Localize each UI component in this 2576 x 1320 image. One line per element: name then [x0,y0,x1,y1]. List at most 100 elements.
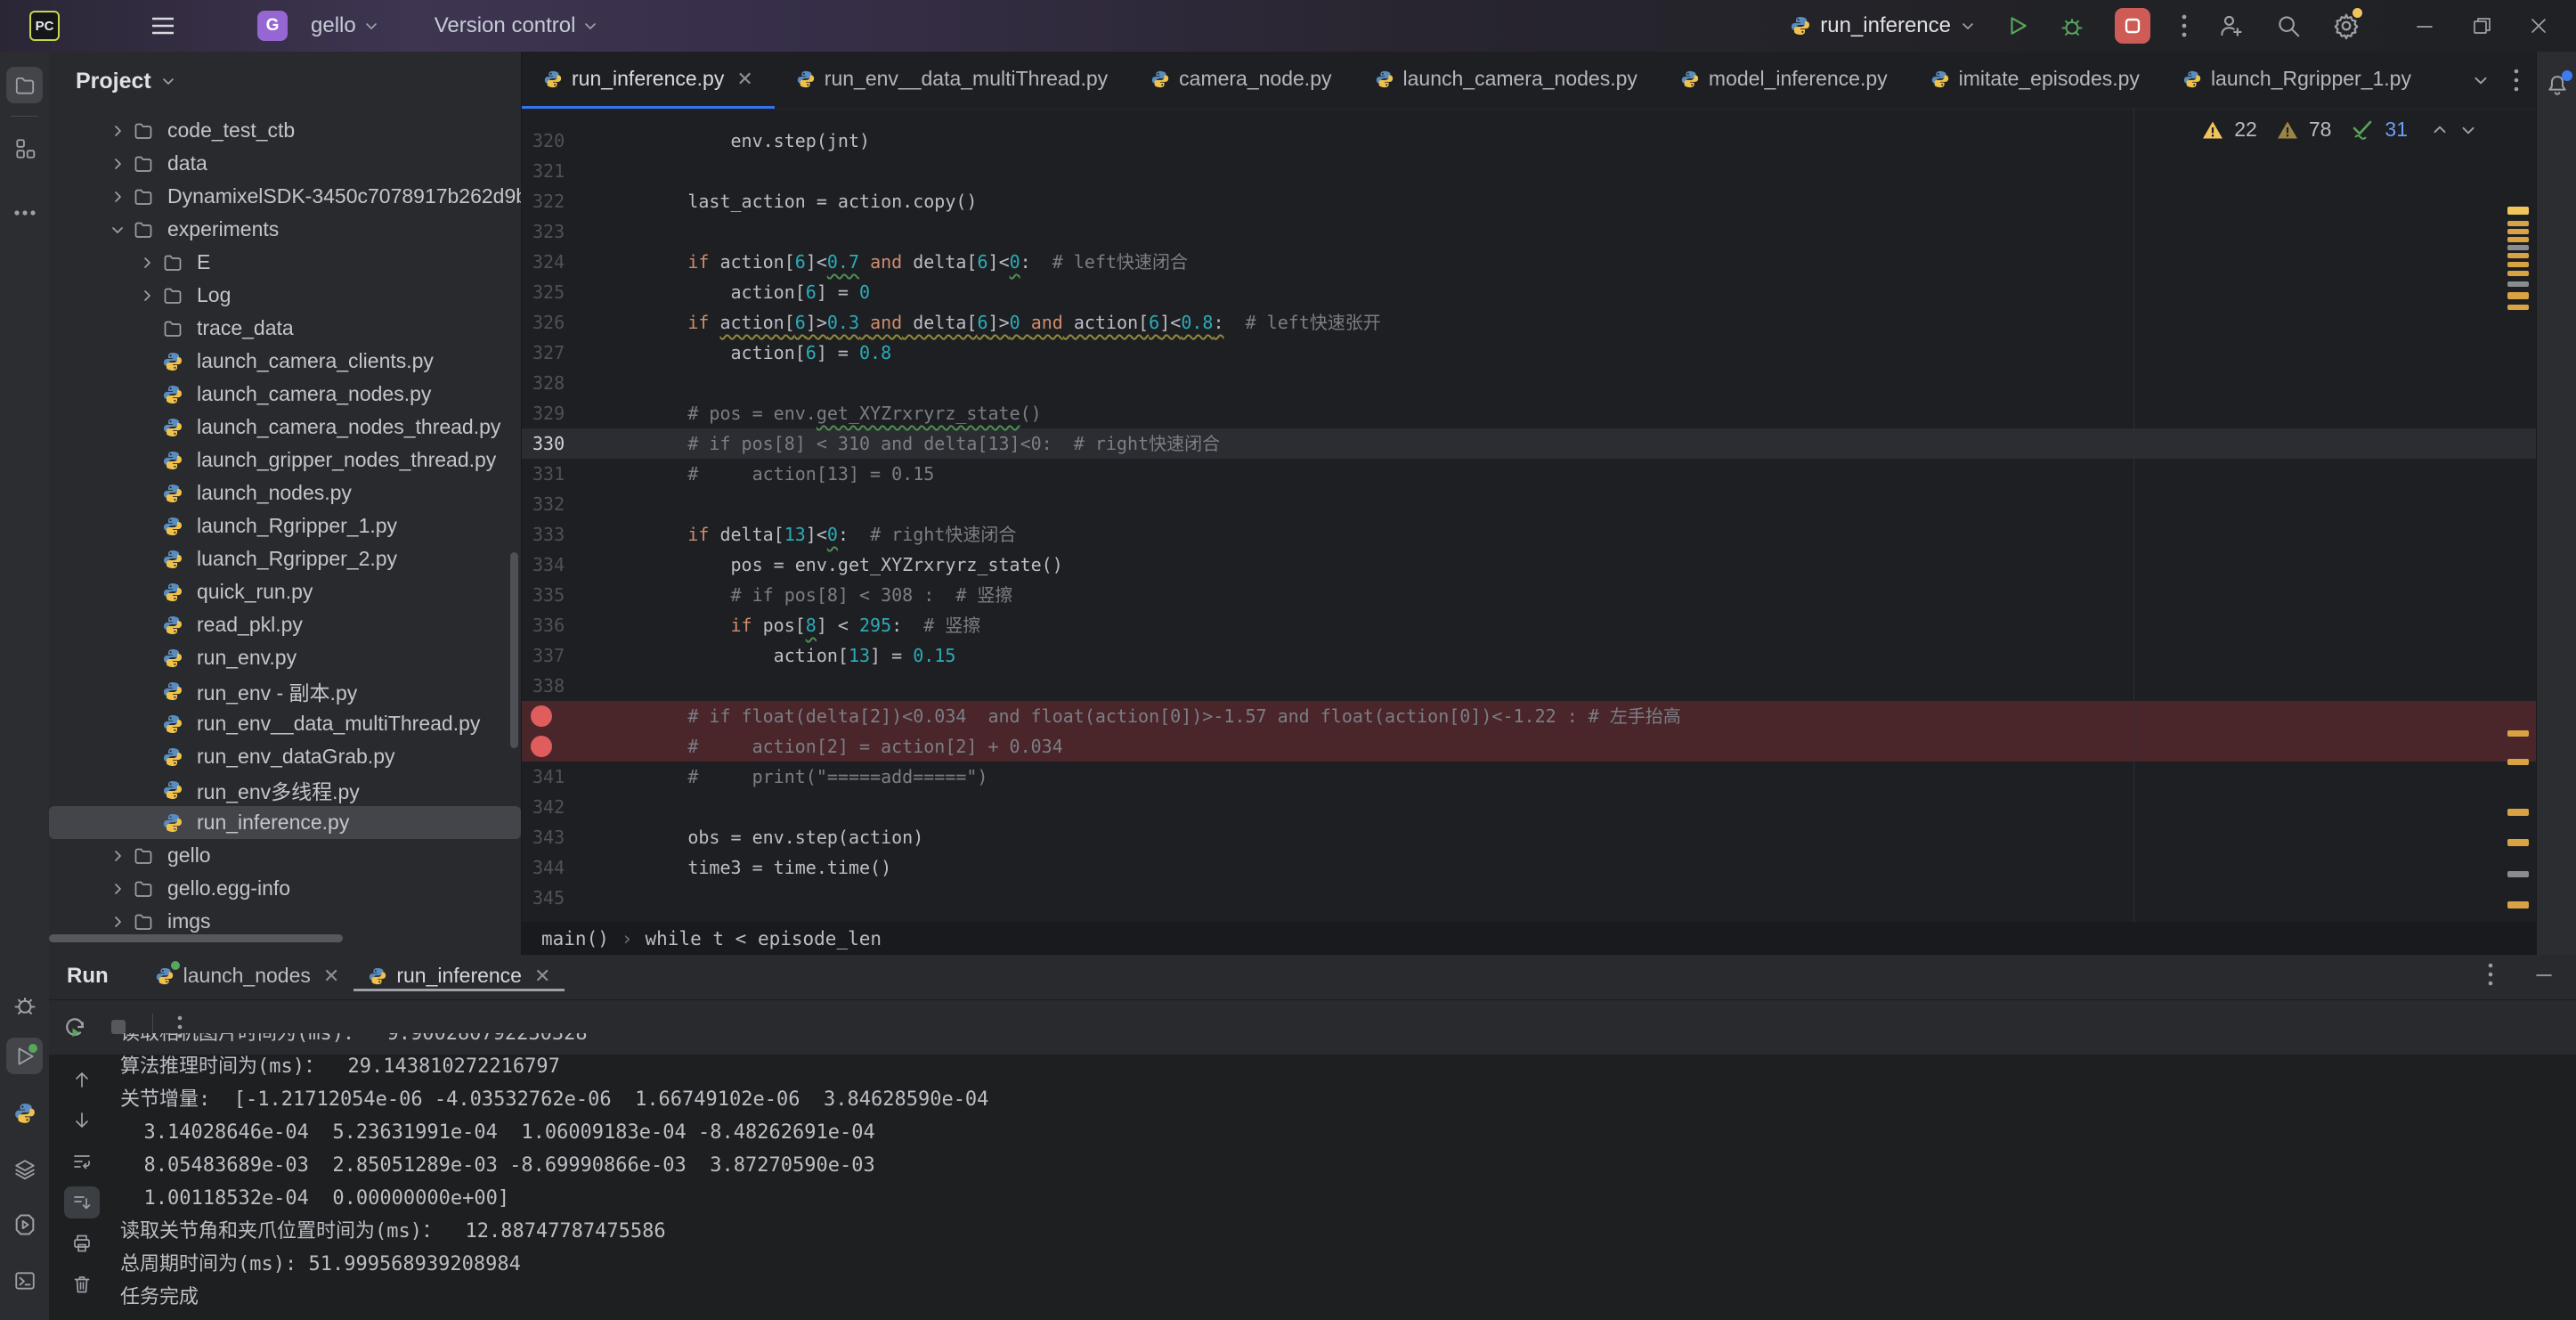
debug-tool-button[interactable] [6,986,43,1023]
tree-item-DynamixelSDK-3450c7078917b262d9b36[interactable]: DynamixelSDK-3450c7078917b262d9b36 [49,180,521,213]
project-tool-button[interactable] [6,67,43,103]
run-configuration-selector[interactable]: run_inference [1790,13,1976,38]
editor-tab-launch_Rgripper_1-py[interactable]: launch_Rgripper_1.py [2161,52,2433,109]
line-number[interactable]: 336 [522,610,602,640]
line-number[interactable]: 321 [522,156,602,186]
code-line-332[interactable]: 332 [522,489,2536,519]
code-line-335[interactable]: 335 # if pos[8] < 308 : # 竖擦 [522,580,2536,610]
line-number[interactable]: 343 [522,822,602,852]
code-line-330[interactable]: 330 # if pos[8] < 310 and delta[13]<0: #… [522,428,2536,459]
tree-item-luanch_Rgripper_2-py[interactable]: luanch_Rgripper_2.py [49,542,521,575]
print-button[interactable] [64,1227,100,1259]
line-number[interactable]: 332 [522,489,602,519]
soft-wrap-button[interactable] [64,1145,100,1177]
run-button[interactable] [2006,14,2029,37]
down-stack-trace-button[interactable] [64,1104,100,1137]
notifications-button[interactable] [2545,73,2570,98]
code-line-322[interactable]: 322 last_action = action.copy() [522,186,2536,216]
code-line-328[interactable]: 328 [522,368,2536,398]
version-control-menu[interactable]: Version control [435,13,599,38]
tree-item-run_inference-py[interactable]: run_inference.py [49,806,521,839]
line-number[interactable]: 328 [522,368,602,398]
more-actions-button[interactable] [2181,12,2188,39]
line-number[interactable]: 338 [522,671,602,701]
window-maximize-button[interactable] [2471,15,2492,37]
editor-tab-launch_camera_nodes-py[interactable]: launch_camera_nodes.py [1353,52,1659,109]
tree-item-imgs[interactable]: imgs [49,905,521,938]
tree-item-launch_nodes-py[interactable]: launch_nodes.py [49,477,521,509]
rerun-button[interactable] [61,1014,88,1040]
run-tab-launch_nodes[interactable]: launch_nodes✕ [141,955,354,991]
code-line-326[interactable]: 326 if action[6]>0.3 and delta[6]>0 and … [522,307,2536,338]
editor-tab-run_inference-py[interactable]: run_inference.py✕ [522,52,775,109]
line-number[interactable]: 325 [522,277,602,307]
tree-item-run_env__data_multiThread-py[interactable]: run_env__data_multiThread.py [49,707,521,740]
tree-horizontal-scrollbar[interactable] [49,934,343,942]
code-line-333[interactable]: 333 if delta[13]<0: # right快速闭合 [522,519,2536,550]
code-line-342[interactable]: 342 [522,792,2536,822]
breakpoint-icon[interactable] [522,731,602,762]
tree-item-run_env-py[interactable]: run_env.py [49,641,521,674]
tree-item-gello-egg-info[interactable]: gello.egg-info [49,872,521,905]
run-panel-options-button[interactable] [2487,962,2494,987]
tree-item-quick_run-py[interactable]: quick_run.py [49,575,521,608]
code-line-344[interactable]: 344 time3 = time.time() [522,852,2536,883]
tree-item-experiments[interactable]: experiments [49,213,521,246]
tree-item-read_pkl-py[interactable]: read_pkl.py [49,608,521,641]
main-menu-button[interactable] [150,15,175,37]
tree-item-launch_Rgripper_1-py[interactable]: launch_Rgripper_1.py [49,509,521,542]
code-line-345[interactable]: 345 [522,883,2536,913]
window-close-button[interactable] [2528,15,2549,37]
code-line-323[interactable]: 323 [522,216,2536,247]
line-number[interactable]: 320 [522,126,602,156]
tree-item-E[interactable]: E [49,246,521,279]
search-everywhere-button[interactable] [2275,12,2302,39]
code-line-336[interactable]: 336 if pos[8] < 295: # 竖擦 [522,610,2536,640]
code-line-329[interactable]: 329 # pos = env.get_XYZrxryrz_state() [522,398,2536,428]
tree-item-launch_camera_nodes-py[interactable]: launch_camera_nodes.py [49,378,521,411]
line-number[interactable]: 326 [522,307,602,338]
code-line-325[interactable]: 325 action[6] = 0 [522,277,2536,307]
debug-button[interactable] [2060,13,2084,38]
terminal-tool-button[interactable] [6,1262,43,1299]
more-tool-windows-button[interactable] [6,194,43,231]
code-line-339[interactable]: # if float(delta[2])<0.034 and float(act… [522,701,2536,731]
code-line-334[interactable]: 334 pos = env.get_XYZrxryrz_state() [522,550,2536,580]
tree-item-launch_gripper_nodes_thread-py[interactable]: launch_gripper_nodes_thread.py [49,444,521,477]
editor-tab-model_inference-py[interactable]: model_inference.py [1659,52,1909,109]
code-line-338[interactable]: 338 [522,671,2536,701]
tree-vertical-scrollbar[interactable] [510,552,518,748]
project-panel-header[interactable]: Project [49,52,521,110]
breakpoint-icon[interactable] [522,701,602,731]
code-line-327[interactable]: 327 action[6] = 0.8 [522,338,2536,368]
editor-tab-camera_node-py[interactable]: camera_node.py [1129,52,1353,109]
line-number[interactable]: 327 [522,338,602,368]
python-console-tool-button[interactable] [6,1206,43,1243]
line-number[interactable]: 324 [522,247,602,277]
line-number[interactable]: 322 [522,186,602,216]
tree-item-data[interactable]: data [49,147,521,180]
tree-item-run_env-py[interactable]: run_env - 副本.py [49,674,521,707]
code-line-321[interactable]: 321 [522,156,2536,186]
line-number[interactable]: 341 [522,762,602,792]
run-tool-button[interactable] [6,1038,43,1074]
line-number[interactable]: 344 [522,852,602,883]
scroll-to-end-button[interactable] [64,1186,100,1218]
editor-tab-run_env__data_multiThread-py[interactable]: run_env__data_multiThread.py [775,52,1129,109]
line-number[interactable]: 334 [522,550,602,580]
window-minimize-button[interactable] [2414,15,2435,37]
tree-item-launch_camera_clients-py[interactable]: launch_camera_clients.py [49,345,521,378]
code-line-340[interactable]: # action[2] = action[2] + 0.034 [522,731,2536,762]
code-line-331[interactable]: 331 # action[13] = 0.15 [522,459,2536,489]
settings-button[interactable] [2332,12,2361,40]
error-stripe[interactable] [2507,109,2531,922]
close-tab-icon[interactable]: ✕ [534,965,550,988]
tree-item-Log[interactable]: Log [49,279,521,312]
services-tool-button[interactable] [6,1151,43,1187]
run-panel-hide-button[interactable] [2533,964,2555,985]
line-number[interactable]: 329 [522,398,602,428]
tree-item-gello[interactable]: gello [49,839,521,872]
breadcrumb-while[interactable]: while t < episode_len [646,928,882,949]
breadcrumb-main[interactable]: main() [541,928,609,949]
code-line-320[interactable]: 320 env.step(jnt) [522,126,2536,156]
